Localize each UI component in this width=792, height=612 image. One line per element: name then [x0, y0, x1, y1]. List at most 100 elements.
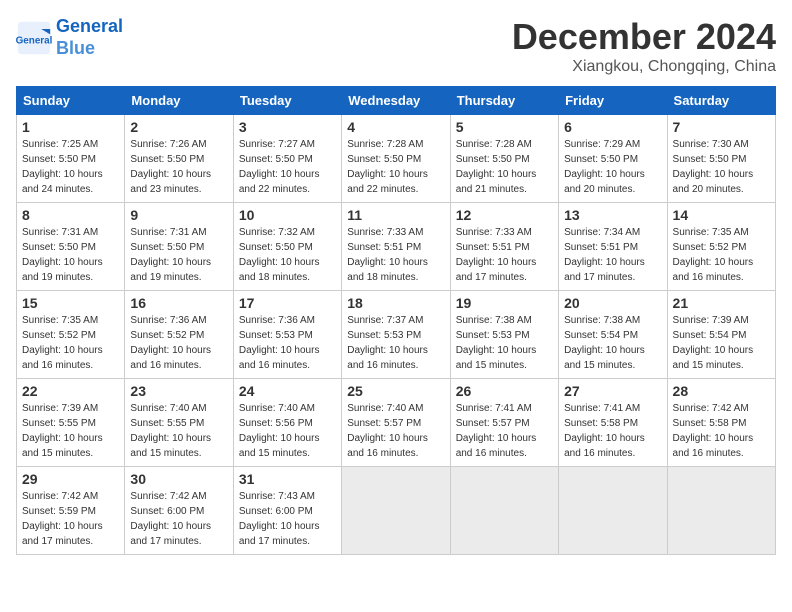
table-cell: 25 Sunrise: 7:40 AM Sunset: 5:57 PM Dayli…	[342, 379, 450, 467]
day-info: Sunrise: 7:43 AM Sunset: 6:00 PM Dayligh…	[239, 489, 336, 549]
table-cell: 19 Sunrise: 7:38 AM Sunset: 5:53 PM Dayli…	[450, 291, 558, 379]
table-cell: 8Sunrise: 7:31 AM Sunset: 5:50 PM Daylig…	[17, 203, 125, 291]
day-number: 12	[456, 207, 553, 223]
table-cell: 7 Sunrise: 7:30 AM Sunset: 5:50 PM Daylig…	[667, 115, 775, 203]
day-info: Sunrise: 7:31 AM Sunset: 5:50 PM Dayligh…	[130, 225, 227, 285]
day-info: Sunrise: 7:40 AM Sunset: 5:57 PM Dayligh…	[347, 401, 444, 461]
table-cell: 31 Sunrise: 7:43 AM Sunset: 6:00 PM Dayli…	[233, 467, 341, 555]
table-cell: 9 Sunrise: 7:31 AM Sunset: 5:50 PM Daylig…	[125, 203, 233, 291]
page-header: General General Blue December 2024 Xiang…	[16, 16, 776, 76]
day-info: Sunrise: 7:40 AM Sunset: 5:55 PM Dayligh…	[130, 401, 227, 461]
day-info: Sunrise: 7:41 AM Sunset: 5:57 PM Dayligh…	[456, 401, 553, 461]
day-number: 20	[564, 295, 661, 311]
calendar-row-2: 15Sunrise: 7:35 AM Sunset: 5:52 PM Dayli…	[17, 291, 776, 379]
table-cell: 3Sunrise: 7:27 AM Sunset: 5:50 PM Daylig…	[233, 115, 341, 203]
day-number: 25	[347, 383, 444, 399]
day-number: 30	[130, 471, 227, 487]
day-info: Sunrise: 7:39 AM Sunset: 5:55 PM Dayligh…	[22, 401, 119, 461]
col-sunday: Sunday	[17, 87, 125, 115]
day-number: 7	[673, 119, 770, 135]
calendar-title-block: December 2024 Xiangkou, Chongqing, China	[512, 16, 776, 76]
day-number: 31	[239, 471, 336, 487]
day-info: Sunrise: 7:41 AM Sunset: 5:58 PM Dayligh…	[564, 401, 661, 461]
table-cell: 30 Sunrise: 7:42 AM Sunset: 6:00 PM Dayli…	[125, 467, 233, 555]
logo-icon: General	[16, 20, 52, 56]
day-number: 14	[673, 207, 770, 223]
table-cell	[667, 467, 775, 555]
day-number: 19	[456, 295, 553, 311]
day-number: 4	[347, 119, 444, 135]
day-number: 27	[564, 383, 661, 399]
day-info: Sunrise: 7:42 AM Sunset: 5:59 PM Dayligh…	[22, 489, 119, 549]
table-cell: 4 Sunrise: 7:28 AM Sunset: 5:50 PM Daylig…	[342, 115, 450, 203]
logo: General General Blue	[16, 16, 123, 59]
day-info: Sunrise: 7:39 AM Sunset: 5:54 PM Dayligh…	[673, 313, 770, 373]
table-cell: 27 Sunrise: 7:41 AM Sunset: 5:58 PM Dayli…	[559, 379, 667, 467]
table-cell: 26 Sunrise: 7:41 AM Sunset: 5:57 PM Dayli…	[450, 379, 558, 467]
day-info: Sunrise: 7:31 AM Sunset: 5:50 PM Dayligh…	[22, 225, 119, 285]
day-number: 11	[347, 207, 444, 223]
table-cell: 23 Sunrise: 7:40 AM Sunset: 5:55 PM Dayli…	[125, 379, 233, 467]
day-info: Sunrise: 7:42 AM Sunset: 6:00 PM Dayligh…	[130, 489, 227, 549]
month-title: December 2024	[512, 16, 776, 58]
table-cell	[559, 467, 667, 555]
table-cell: 29 Sunrise: 7:42 AM Sunset: 5:59 PM Dayli…	[17, 467, 125, 555]
day-info: Sunrise: 7:42 AM Sunset: 5:58 PM Dayligh…	[673, 401, 770, 461]
day-number: 28	[673, 383, 770, 399]
day-number: 1	[22, 119, 119, 135]
table-cell: 17 Sunrise: 7:36 AM Sunset: 5:53 PM Dayli…	[233, 291, 341, 379]
table-cell: 20 Sunrise: 7:38 AM Sunset: 5:54 PM Dayli…	[559, 291, 667, 379]
day-number: 23	[130, 383, 227, 399]
day-info: Sunrise: 7:33 AM Sunset: 5:51 PM Dayligh…	[347, 225, 444, 285]
day-info: Sunrise: 7:28 AM Sunset: 5:50 PM Dayligh…	[347, 137, 444, 197]
table-cell: 11 Sunrise: 7:33 AM Sunset: 5:51 PM Dayli…	[342, 203, 450, 291]
table-cell: 10 Sunrise: 7:32 AM Sunset: 5:50 PM Dayli…	[233, 203, 341, 291]
day-number: 17	[239, 295, 336, 311]
calendar-header-row: Sunday Monday Tuesday Wednesday Thursday…	[17, 87, 776, 115]
day-number: 29	[22, 471, 119, 487]
table-cell: 15Sunrise: 7:35 AM Sunset: 5:52 PM Dayli…	[17, 291, 125, 379]
day-info: Sunrise: 7:38 AM Sunset: 5:53 PM Dayligh…	[456, 313, 553, 373]
day-info: Sunrise: 7:37 AM Sunset: 5:53 PM Dayligh…	[347, 313, 444, 373]
day-info: Sunrise: 7:34 AM Sunset: 5:51 PM Dayligh…	[564, 225, 661, 285]
day-info: Sunrise: 7:36 AM Sunset: 5:52 PM Dayligh…	[130, 313, 227, 373]
svg-text:General: General	[16, 35, 52, 46]
table-cell: 18 Sunrise: 7:37 AM Sunset: 5:53 PM Dayli…	[342, 291, 450, 379]
table-cell: 6Sunrise: 7:29 AM Sunset: 5:50 PM Daylig…	[559, 115, 667, 203]
day-number: 22	[22, 383, 119, 399]
calendar-row-3: 22 Sunrise: 7:39 AM Sunset: 5:55 PM Dayli…	[17, 379, 776, 467]
table-cell: 13 Sunrise: 7:34 AM Sunset: 5:51 PM Dayli…	[559, 203, 667, 291]
table-cell: 12Sunrise: 7:33 AM Sunset: 5:51 PM Dayli…	[450, 203, 558, 291]
calendar-row-4: 29 Sunrise: 7:42 AM Sunset: 5:59 PM Dayli…	[17, 467, 776, 555]
day-number: 10	[239, 207, 336, 223]
table-cell: 21Sunrise: 7:39 AM Sunset: 5:54 PM Dayli…	[667, 291, 775, 379]
calendar-row-0: 1 Sunrise: 7:25 AM Sunset: 5:50 PM Daylig…	[17, 115, 776, 203]
day-info: Sunrise: 7:36 AM Sunset: 5:53 PM Dayligh…	[239, 313, 336, 373]
day-number: 2	[130, 119, 227, 135]
day-info: Sunrise: 7:30 AM Sunset: 5:50 PM Dayligh…	[673, 137, 770, 197]
day-info: Sunrise: 7:32 AM Sunset: 5:50 PM Dayligh…	[239, 225, 336, 285]
col-tuesday: Tuesday	[233, 87, 341, 115]
calendar-row-1: 8Sunrise: 7:31 AM Sunset: 5:50 PM Daylig…	[17, 203, 776, 291]
day-number: 9	[130, 207, 227, 223]
day-number: 15	[22, 295, 119, 311]
day-info: Sunrise: 7:26 AM Sunset: 5:50 PM Dayligh…	[130, 137, 227, 197]
table-cell: 1 Sunrise: 7:25 AM Sunset: 5:50 PM Daylig…	[17, 115, 125, 203]
day-info: Sunrise: 7:27 AM Sunset: 5:50 PM Dayligh…	[239, 137, 336, 197]
day-info: Sunrise: 7:40 AM Sunset: 5:56 PM Dayligh…	[239, 401, 336, 461]
day-number: 13	[564, 207, 661, 223]
col-wednesday: Wednesday	[342, 87, 450, 115]
col-friday: Friday	[559, 87, 667, 115]
day-number: 6	[564, 119, 661, 135]
col-saturday: Saturday	[667, 87, 775, 115]
table-cell: 16 Sunrise: 7:36 AM Sunset: 5:52 PM Dayli…	[125, 291, 233, 379]
calendar-table: Sunday Monday Tuesday Wednesday Thursday…	[16, 86, 776, 555]
day-info: Sunrise: 7:38 AM Sunset: 5:54 PM Dayligh…	[564, 313, 661, 373]
day-number: 26	[456, 383, 553, 399]
table-cell: 5Sunrise: 7:28 AM Sunset: 5:50 PM Daylig…	[450, 115, 558, 203]
day-info: Sunrise: 7:25 AM Sunset: 5:50 PM Dayligh…	[22, 137, 119, 197]
table-cell: 2 Sunrise: 7:26 AM Sunset: 5:50 PM Daylig…	[125, 115, 233, 203]
day-number: 16	[130, 295, 227, 311]
day-info: Sunrise: 7:28 AM Sunset: 5:50 PM Dayligh…	[456, 137, 553, 197]
day-number: 18	[347, 295, 444, 311]
